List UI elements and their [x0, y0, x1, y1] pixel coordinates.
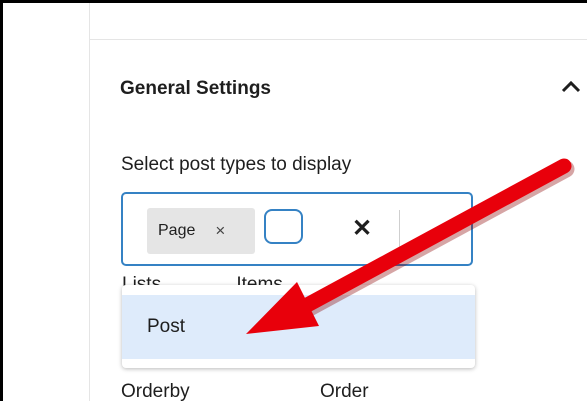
annotation-arrow-icon	[246, 158, 575, 334]
